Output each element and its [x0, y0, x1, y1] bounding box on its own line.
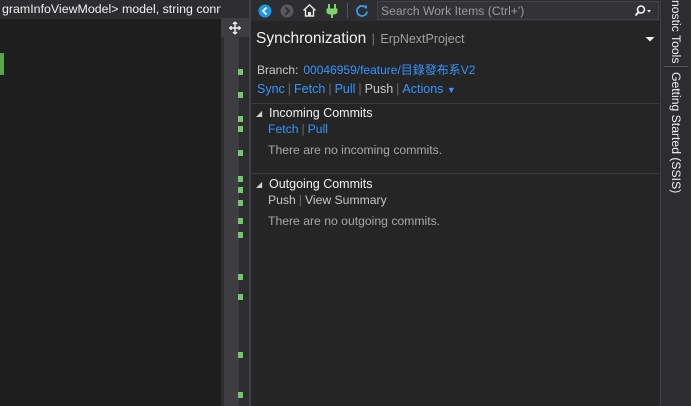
refresh-icon — [356, 4, 368, 17]
branch-info: Branch: 00046959/feature/目錄發布系V2 — [257, 61, 475, 78]
actions-label: Actions — [402, 82, 444, 96]
connect-button[interactable] — [322, 1, 342, 20]
scroll-change-mark — [238, 232, 243, 238]
tab-diagnostic-tools[interactable]: nostic Tools — [665, 0, 687, 63]
outgoing-push-label: Push — [268, 193, 296, 207]
section-divider — [251, 103, 660, 104]
scroll-change-mark — [238, 218, 243, 224]
search-input[interactable] — [381, 3, 621, 18]
method-signature-text: gramInfoViewModel> model, string connec — [2, 2, 221, 16]
collapse-triangle-icon: ◢ — [256, 180, 263, 189]
pull-link[interactable]: Pull — [335, 82, 356, 96]
scroll-change-mark — [238, 392, 243, 398]
scroll-change-mark — [238, 126, 243, 132]
home-icon — [302, 3, 316, 17]
section-divider — [251, 173, 660, 174]
incoming-fetch-link[interactable]: Fetch — [268, 122, 298, 136]
page-header: Synchronization | ErpNextProject — [256, 30, 656, 50]
page-title: Synchronization — [256, 30, 367, 47]
scroll-change-mark — [238, 352, 243, 358]
toolbar-separator — [347, 3, 348, 18]
outgoing-empty-message: There are no outgoing commits. — [268, 214, 441, 228]
scroll-change-mark — [238, 176, 243, 182]
incoming-pull-link[interactable]: Pull — [308, 122, 328, 136]
side-tab-strip: nostic Tools Getting Started (SSIS) — [660, 0, 691, 406]
tab-getting-started[interactable]: Getting Started (SSIS) — [665, 72, 687, 193]
forward-button[interactable] — [277, 1, 297, 20]
caret-down-icon: ▼ — [446, 85, 456, 95]
scroll-change-mark — [238, 187, 243, 193]
sync-link[interactable]: Sync — [257, 82, 285, 96]
branch-label: Branch: — [257, 63, 299, 77]
incoming-commits-header[interactable]: ◢ Incoming Commits — [256, 106, 373, 120]
project-name: ErpNextProject — [380, 32, 465, 46]
page-menu-dropdown[interactable] — [644, 33, 656, 43]
split-handle-icon — [229, 21, 241, 35]
editor-signature-bar: gramInfoViewModel> model, string connec — [0, 0, 221, 19]
header-separator: | — [371, 31, 376, 46]
home-button[interactable] — [299, 1, 319, 20]
split-window-button[interactable] — [221, 17, 249, 37]
collapse-triangle-icon: ◢ — [256, 109, 263, 118]
tab-divider — [664, 66, 688, 67]
incoming-links: Fetch | Pull — [268, 122, 328, 136]
branch-link[interactable]: 00046959/feature/目錄發布系V2 — [303, 63, 475, 77]
caret-down-icon — [645, 37, 655, 42]
incoming-empty-message: There are no incoming commits. — [268, 143, 443, 157]
outgoing-commits-heading: Outgoing Commits — [269, 177, 373, 191]
search-work-items-box[interactable] — [377, 1, 659, 20]
scroll-change-mark — [238, 69, 243, 75]
outgoing-links: Push | View Summary — [268, 193, 387, 207]
refresh-button[interactable] — [352, 1, 372, 20]
actions-menu-link[interactable]: Actions ▼ — [402, 82, 455, 96]
view-summary-label: View Summary — [304, 193, 387, 207]
scroll-change-mark — [238, 274, 243, 280]
outgoing-commits-header[interactable]: ◢ Outgoing Commits — [256, 177, 373, 191]
scroll-change-mark — [238, 150, 243, 156]
back-arrow-icon — [258, 4, 272, 17]
change-marker — [0, 53, 4, 75]
code-editor[interactable]: gramInfoViewModel> model, string connec — [0, 0, 221, 406]
scrollbar-track[interactable] — [224, 36, 239, 406]
team-explorer-toolbar — [251, 0, 660, 21]
push-label: Push — [364, 82, 394, 96]
scroll-change-mark — [238, 92, 243, 98]
scroll-change-mark — [238, 200, 243, 206]
back-button[interactable] — [255, 1, 275, 20]
incoming-commits-heading: Incoming Commits — [269, 106, 373, 120]
fetch-link[interactable]: Fetch — [294, 82, 325, 96]
team-explorer-panel: Synchronization | ErpNextProject Branch:… — [251, 0, 660, 406]
search-icon — [634, 4, 651, 16]
forward-arrow-icon — [280, 4, 294, 17]
scroll-change-mark — [238, 116, 243, 122]
plug-icon — [326, 3, 338, 18]
editor-vertical-scrollbar[interactable] — [221, 0, 249, 406]
search-button[interactable] — [628, 2, 658, 19]
scroll-change-mark — [238, 294, 243, 300]
sync-actions-bar: Sync | Fetch | Pull | Push | Actions ▼ — [257, 82, 456, 96]
